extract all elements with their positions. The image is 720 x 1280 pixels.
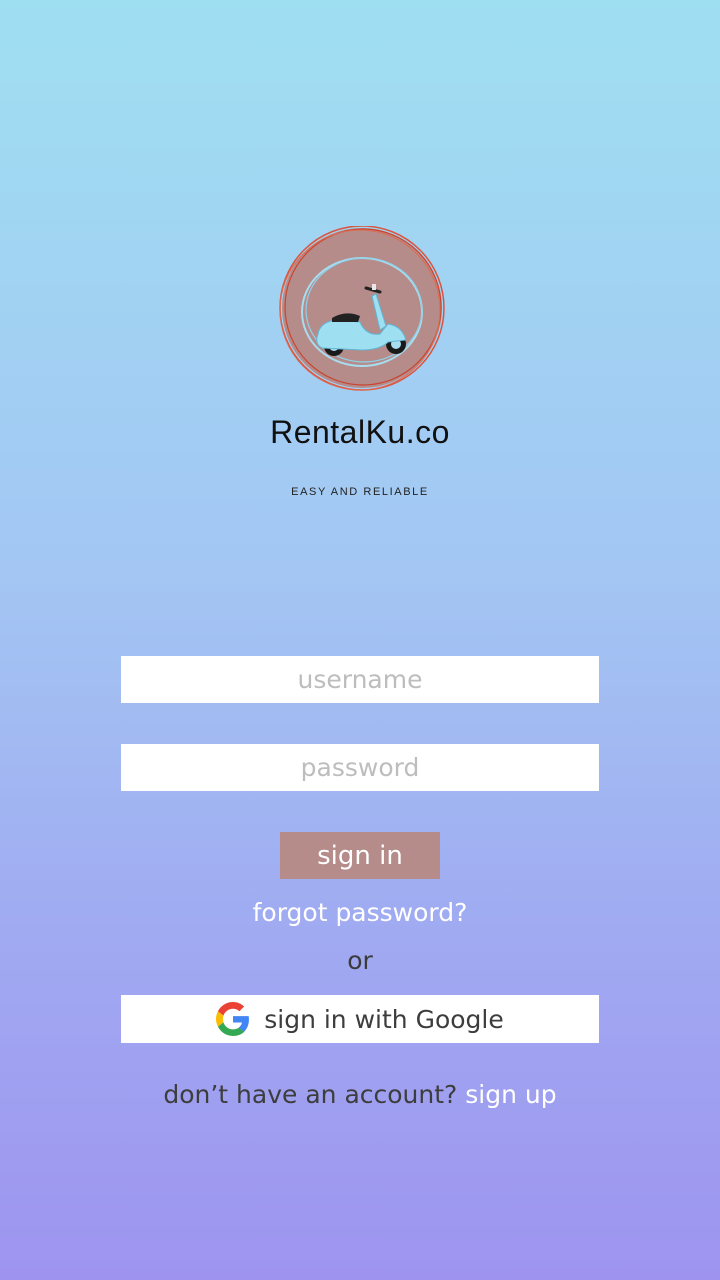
google-sign-in-button[interactable]: sign in with Google <box>121 995 599 1043</box>
or-divider-label: or <box>347 946 373 975</box>
username-input[interactable] <box>121 656 599 703</box>
google-sign-in-label: sign in with Google <box>264 1004 504 1034</box>
scooter-icon <box>279 225 445 391</box>
signup-prompt: don’t have an account? <box>163 1080 458 1109</box>
sign-in-label: sign in <box>317 840 403 871</box>
app-logo <box>276 225 448 398</box>
brand-tagline: EASY AND RELIABLE <box>291 486 429 498</box>
google-icon <box>216 1002 250 1036</box>
brand-name: RentalKu.co <box>270 414 450 450</box>
password-input[interactable] <box>121 744 599 791</box>
sign-up-link[interactable]: sign up <box>465 1080 556 1109</box>
forgot-password-link[interactable]: forgot password? <box>0 898 720 927</box>
sign-in-button[interactable]: sign in <box>280 832 440 879</box>
signup-line: don’t have an account? sign up <box>0 1080 720 1109</box>
